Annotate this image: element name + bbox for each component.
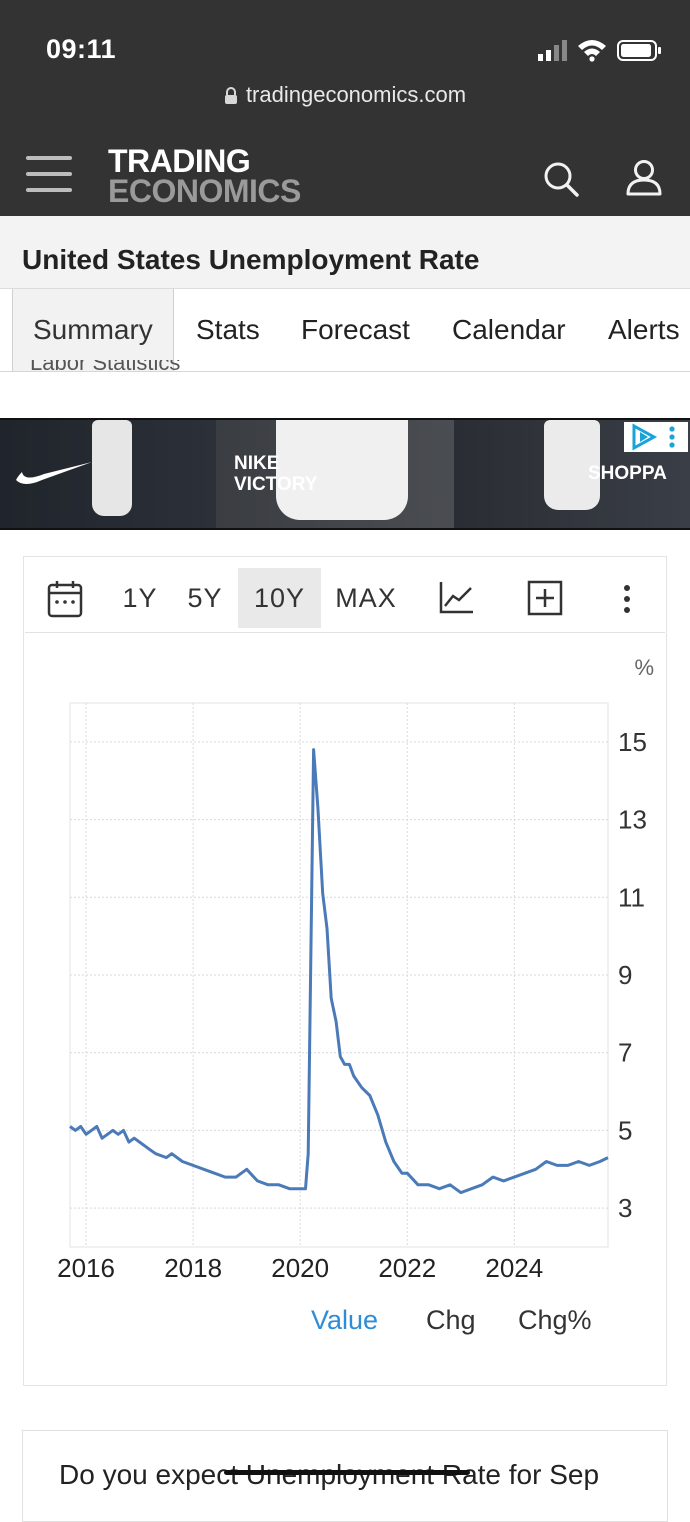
ad-figure [92,420,132,516]
lock-icon [224,87,237,105]
adchoices-icon[interactable] [624,422,688,452]
page-title: United States Unemployment Rate [22,244,480,275]
site-logo[interactable]: TRADING ECONOMICS [108,143,301,210]
x-tick-label: 2016 [57,1253,115,1283]
logo-line2: ECONOMICS [108,173,301,210]
battery-icon [617,40,661,61]
menu-icon[interactable] [26,154,74,194]
search-icon[interactable] [542,160,582,205]
status-time: 09:11 [46,34,117,64]
chart-widget: 1Y 5Y 10Y MAX 3 5 7 9 11 13 15 2016 2018 2020 2022… [23,556,667,1386]
wifi-icon [578,40,606,62]
x-tick-label: 2018 [164,1253,222,1283]
y-tick-label: 3 [618,1193,632,1223]
y-tick-label: 13 [618,805,647,835]
x-tick-label: 2024 [485,1253,543,1283]
status-icons [538,38,668,62]
ad-shop-text: SHOPPA [588,463,667,484]
ad-panel-center: NIKE VICTORY [216,420,454,528]
poll-question: Do you expect Unemployment Rate for Sep [59,1459,600,1490]
legend-value[interactable]: Value [311,1305,378,1336]
nike-swoosh-icon [16,462,92,484]
x-tick-label: 2022 [378,1253,436,1283]
ad-banner[interactable]: NIKE VICTORY SHOPPA [0,418,690,530]
series-line-unemployment [69,748,609,1195]
x-tick-label: 2020 [271,1253,329,1283]
truncated-source-text: Labor Statistics [30,360,181,375]
tab-calendar[interactable]: Calendar [452,289,566,371]
unemployment-line-chart[interactable]: 3 5 7 9 11 13 15 2016 2018 2020 2022 2024% [24,557,666,1297]
legend-chg[interactable]: Chg [426,1305,476,1336]
y-tick-label: 7 [618,1038,632,1068]
legend-chg-pct[interactable]: Chg% [518,1305,592,1336]
tab-alerts[interactable]: Alerts [608,289,680,371]
ad-brand-text: NIKE VICTORY [234,453,318,495]
tab-stats[interactable]: Stats [196,289,260,371]
url-bar[interactable]: tradingeconomics.com [0,82,690,108]
y-tick-label: 11 [618,882,645,912]
ad-panel-left [0,420,216,528]
user-icon[interactable] [624,158,664,203]
poll-card[interactable]: Do you expect Unemployment Rate for Sep [22,1430,668,1522]
logo-line1: TRADING [108,143,251,179]
cellular-signal-icon [538,40,567,61]
tab-summary[interactable]: Summary [12,289,174,371]
site-header: TRADING ECONOMICS [0,136,690,216]
y-tick-label: 5 [618,1115,632,1145]
tab-forecast[interactable]: Forecast [301,289,410,371]
url-text: tradingeconomics.com [245,82,467,107]
y-unit-label: % [634,655,654,680]
y-tick-label: 9 [618,960,632,990]
home-indicator [224,1470,470,1475]
status-bar: 09:11 tradingeconomics.com [0,0,690,136]
y-tick-label: 15 [618,727,647,757]
